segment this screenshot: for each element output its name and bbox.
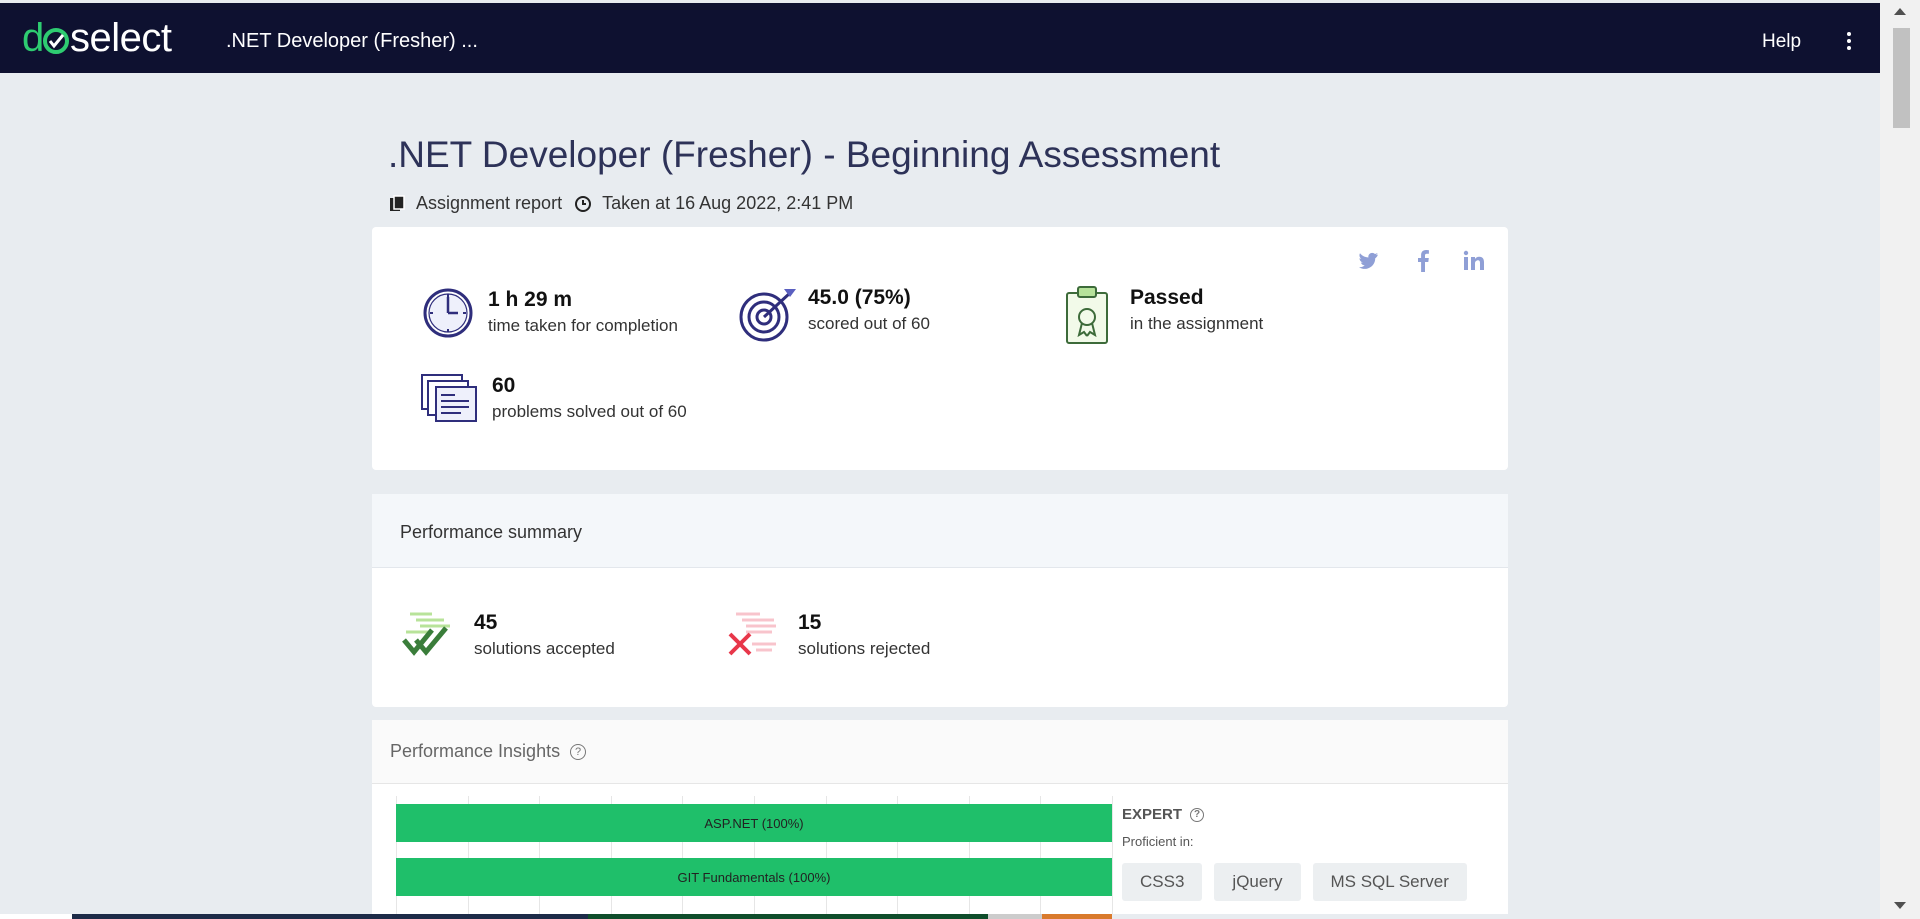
chart-bar-label: ASP.NET (100%) xyxy=(704,815,804,831)
rejected-count: 15 xyxy=(798,611,822,634)
performance-insights-card: Performance Insights ? ASP.NET (100%) GIT… xyxy=(372,720,1508,919)
double-check-icon xyxy=(402,612,450,656)
stat-score: 45.0 (75%) scored out of 60 xyxy=(738,285,930,343)
linkedin-icon[interactable] xyxy=(1462,249,1486,273)
rejected-label: solutions rejected xyxy=(798,639,931,658)
report-subtitle: Assignment report Taken at 16 Aug 2022, … xyxy=(388,193,853,214)
stat-time-taken: 1 h 29 m time taken for completion xyxy=(422,287,678,339)
accepted-label: solutions accepted xyxy=(474,639,615,658)
bottom-edge-strip xyxy=(0,914,1880,919)
stat-accepted: 45 solutions accepted xyxy=(402,610,615,662)
svg-text:select: select xyxy=(70,17,172,60)
chart-bar[interactable]: ASP.NET (100%) xyxy=(396,804,1112,842)
level-help-icon[interactable]: ? xyxy=(1190,807,1205,822)
help-link[interactable]: Help xyxy=(1762,31,1801,53)
facebook-icon[interactable] xyxy=(1412,249,1434,273)
skill-chip: CSS3 xyxy=(1122,863,1203,901)
level-heading: EXPERT ? xyxy=(1122,806,1205,823)
assessment-title-short: .NET Developer (Fresher) ... xyxy=(226,30,478,52)
summary-card: 1 h 29 m time taken for completion 45.0 … xyxy=(372,227,1508,470)
doselect-logo-mark: d select xyxy=(22,16,172,60)
skills-bar-chart: ASP.NET (100%) GIT Fundamentals (100%) xyxy=(396,796,1113,919)
twitter-icon[interactable] xyxy=(1356,249,1380,273)
top-nav-bar: d select .NET Developer (Fresher) ... He… xyxy=(0,3,1880,73)
stat-label: in the assignment xyxy=(1130,314,1264,333)
stat-rejected: 15 solutions rejected xyxy=(726,610,930,662)
performance-summary-title: Performance summary xyxy=(372,494,1508,568)
level-label: EXPERT xyxy=(1122,806,1183,823)
stat-label: time taken for completion xyxy=(488,316,678,335)
more-menu-icon[interactable] xyxy=(1842,32,1856,52)
stat-result: Passed in the assignment xyxy=(1064,285,1263,345)
report-icon xyxy=(390,194,405,211)
performance-insights-title: Performance Insights xyxy=(390,741,561,761)
report-label: Assignment report xyxy=(416,193,563,213)
cross-icon xyxy=(728,612,776,656)
skill-chip: MS SQL Server xyxy=(1312,863,1467,901)
stat-value: 1 h 29 m xyxy=(488,288,573,311)
clipboard-badge-icon xyxy=(1066,286,1108,344)
stat-value: 45.0 (75%) xyxy=(808,286,911,309)
stat-label: problems solved out of 60 xyxy=(492,402,687,421)
clock-icon xyxy=(423,288,473,338)
target-icon xyxy=(739,289,796,342)
performance-insights-header: Performance Insights ? xyxy=(372,720,1508,784)
skill-chip: jQuery xyxy=(1214,863,1301,901)
doselect-logo[interactable]: d select xyxy=(22,16,187,60)
page-title: .NET Developer (Fresher) - Beginning Ass… xyxy=(388,134,1221,175)
page-scrollbar[interactable] xyxy=(1880,0,1920,919)
performance-summary-card: Performance summary 45 solutions accepte… xyxy=(372,494,1508,707)
scrollbar-thumb[interactable] xyxy=(1893,28,1910,128)
stat-label: scored out of 60 xyxy=(808,314,930,333)
chart-bar-label: GIT Fundamentals (100%) xyxy=(677,869,831,885)
clock-small-icon xyxy=(575,195,592,212)
skill-chips: CSS3 jQuery MS SQL Server xyxy=(1122,863,1467,901)
taken-at: Taken at 16 Aug 2022, 2:41 PM xyxy=(602,193,854,213)
stat-value: Passed xyxy=(1130,286,1204,309)
stat-value: 60 xyxy=(492,374,516,397)
proficient-label: Proficient in: xyxy=(1122,834,1194,849)
documents-icon xyxy=(421,374,477,422)
chart-gridline xyxy=(1112,796,1113,919)
scroll-up-arrow-icon[interactable] xyxy=(1894,8,1906,15)
help-question-icon[interactable]: ? xyxy=(570,743,587,760)
accepted-count: 45 xyxy=(474,611,498,634)
stat-problems-solved: 60 problems solved out of 60 xyxy=(420,373,687,425)
scroll-down-arrow-icon[interactable] xyxy=(1894,902,1906,909)
chart-bar[interactable]: GIT Fundamentals (100%) xyxy=(396,858,1112,896)
svg-text:d: d xyxy=(22,17,44,60)
